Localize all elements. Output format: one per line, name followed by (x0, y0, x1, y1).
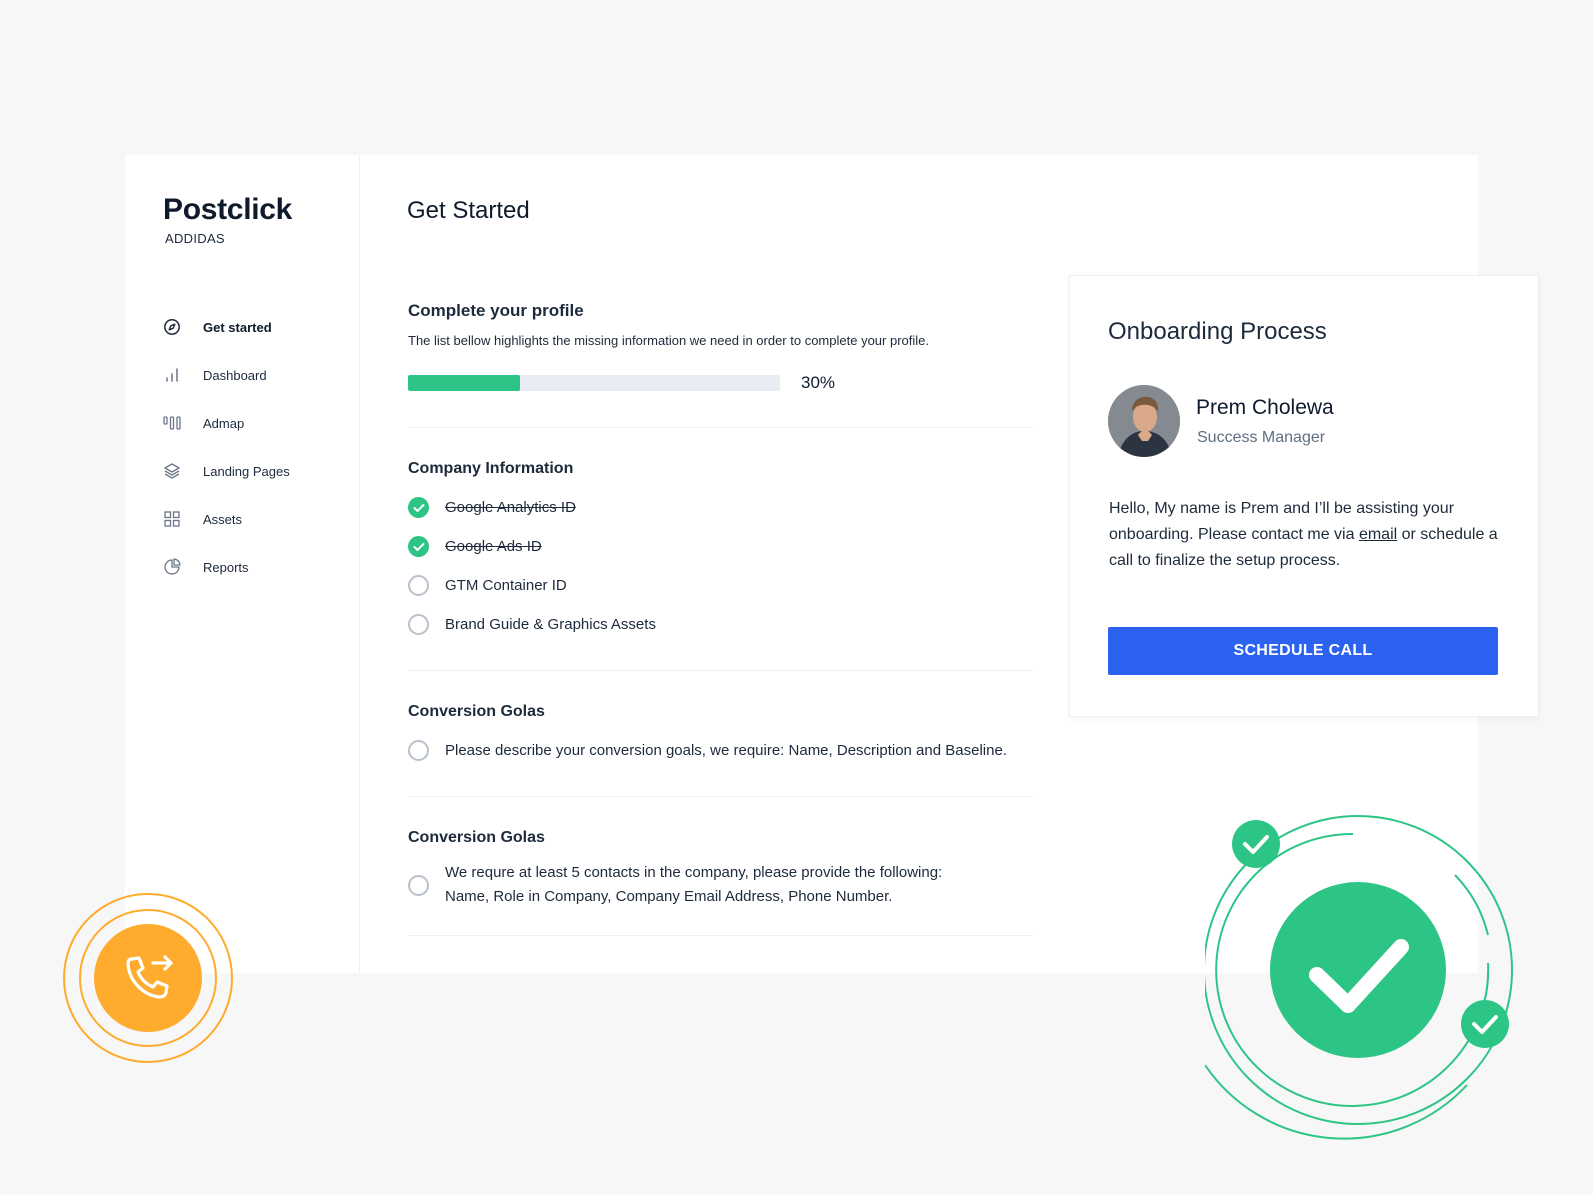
task-conversion-goals[interactable]: Please describe your conversion goals, w… (408, 731, 1033, 770)
layers-icon (163, 462, 181, 480)
sidebar-item-label: Assets (203, 511, 243, 527)
sidebar-nav: Get started Dashboard Admap Landing Page… (163, 303, 290, 591)
contacts-section: Conversion Golas We requre at least 5 co… (408, 797, 1033, 936)
columns-icon (163, 414, 181, 432)
pie-chart-icon (163, 558, 181, 576)
progress-fill (408, 375, 520, 391)
profile-progress-section: Complete your profile The list bellow hi… (408, 301, 1033, 428)
unchecked-circle-icon[interactable] (408, 874, 429, 896)
sidebar-item-assets[interactable]: Assets (163, 495, 290, 543)
email-link[interactable]: email (1359, 526, 1397, 543)
section-title: Conversion Golas (408, 703, 545, 720)
avatar (1108, 385, 1180, 457)
sidebar-item-label: Reports (203, 559, 249, 575)
task-label: GTM Container ID (445, 577, 567, 594)
task-contacts[interactable]: We requre at least 5 contacts in the com… (408, 857, 1033, 909)
sidebar-item-landing-pages[interactable]: Landing Pages (163, 447, 290, 495)
unchecked-circle-icon[interactable] (408, 740, 429, 761)
manager-name: Prem Cholewa (1196, 396, 1334, 419)
section-title: Company Information (408, 460, 574, 477)
sidebar: Postclick ADDIDAS Get started Dashboard (125, 155, 360, 973)
task-label: Brand Guide & Graphics Assets (445, 616, 656, 633)
brand-logo[interactable]: Postclick (163, 193, 292, 227)
task-label: We requre at least 5 contacts in the com… (445, 861, 942, 909)
task-google-analytics-id[interactable]: Google Analytics ID (408, 488, 1033, 527)
page-title: Get Started (407, 197, 530, 224)
unchecked-circle-icon[interactable] (408, 575, 429, 596)
sidebar-item-label: Admap (203, 415, 245, 431)
task-gtm-container-id[interactable]: GTM Container ID (408, 566, 1033, 605)
task-label: Google Analytics ID (445, 499, 576, 516)
onboarding-message: Hello, My name is Prem and I’ll be assis… (1109, 496, 1519, 574)
sidebar-item-label: Get started (203, 319, 272, 335)
manager-role: Success Manager (1197, 429, 1326, 446)
progress-row: 30% (408, 373, 1033, 393)
sidebar-item-label: Dashboard (203, 367, 267, 383)
checked-icon[interactable] (408, 497, 429, 518)
sidebar-item-reports[interactable]: Reports (163, 543, 290, 591)
company-information-section: Company Information Google Analytics ID … (408, 428, 1033, 671)
task-label-line-1: We requre at least 5 contacts in the com… (445, 864, 943, 881)
profile-description: The list bellow highlights the missing i… (408, 333, 929, 348)
unchecked-circle-icon[interactable] (408, 614, 429, 635)
onboarding-title: Onboarding Process (1108, 318, 1327, 345)
sidebar-item-get-started[interactable]: Get started (163, 303, 290, 351)
conversion-goals-section: Conversion Golas Please describe your co… (408, 671, 1033, 797)
success-illustration (1203, 797, 1535, 1142)
sidebar-item-dashboard[interactable]: Dashboard (163, 351, 290, 399)
progress-bar (408, 375, 780, 391)
phone-call-illustration (61, 893, 235, 1063)
profile-checklist: Complete your profile The list bellow hi… (408, 301, 1033, 936)
task-label: Google Ads ID (445, 538, 542, 555)
bar-chart-icon (163, 366, 181, 384)
task-label: Please describe your conversion goals, w… (445, 742, 1007, 759)
section-title: Conversion Golas (408, 829, 545, 846)
task-brand-guide[interactable]: Brand Guide & Graphics Assets (408, 605, 1033, 644)
onboarding-card: Onboarding Process Prem Cholewa Success … (1069, 275, 1539, 717)
progress-percent: 30% (801, 373, 836, 392)
brand: Postclick ADDIDAS (163, 193, 292, 246)
sidebar-item-label: Landing Pages (203, 463, 290, 479)
task-label-line-2: Name, Role in Company, Company Email Add… (445, 888, 893, 905)
sidebar-item-admap[interactable]: Admap (163, 399, 290, 447)
account-name: ADDIDAS (165, 231, 225, 246)
schedule-call-button[interactable]: SCHEDULE CALL (1108, 627, 1498, 675)
compass-icon (163, 318, 181, 336)
grid-icon (163, 510, 181, 528)
profile-title: Complete your profile (408, 301, 584, 320)
checked-icon[interactable] (408, 536, 429, 557)
task-google-ads-id[interactable]: Google Ads ID (408, 527, 1033, 566)
